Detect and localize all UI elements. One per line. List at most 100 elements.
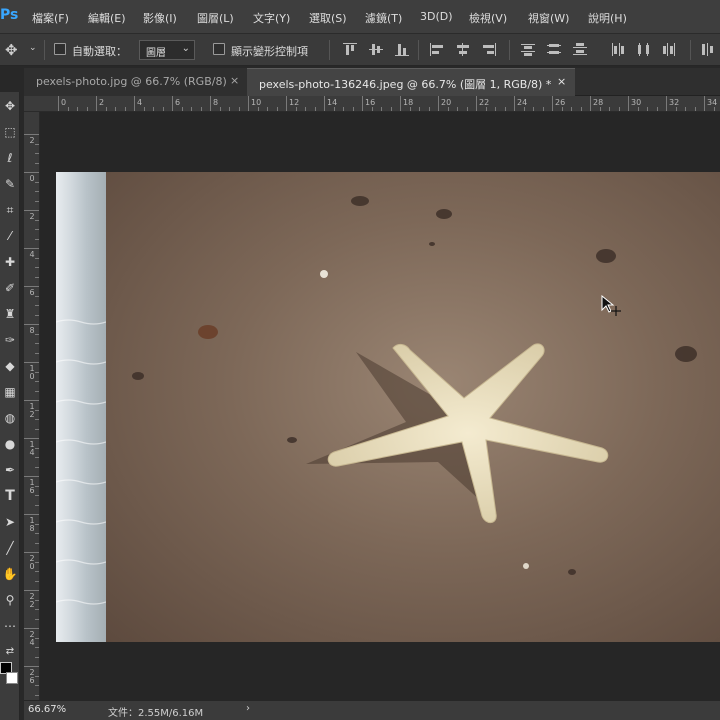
close-icon[interactable]: × (230, 74, 239, 87)
menu-file[interactable]: 檔案(F) (32, 10, 69, 26)
ruler-tick-label: 30 (631, 98, 642, 107)
ruler-tick (134, 96, 135, 111)
divider (690, 40, 691, 60)
marquee-tool-icon[interactable]: ⬚ (0, 122, 20, 142)
ruler-tick (324, 96, 325, 111)
photoshop-logo[interactable]: Ps (0, 7, 18, 23)
zoom-tool-icon[interactable]: ⚲ (0, 590, 20, 610)
tab-label: pexels-photo-136246.jpeg @ 66.7% (圖層 1, … (259, 78, 552, 91)
more-tools-icon[interactable]: ⋯ (0, 616, 20, 636)
dodge-tool-icon[interactable]: ● (0, 434, 20, 454)
ruler-tick-label: 2 (99, 98, 105, 107)
tab-pexels-photo[interactable]: pexels-photo.jpg @ 66.7% (RGB/8) × (24, 68, 247, 96)
ruler-tick-label: 1 8 (29, 516, 35, 533)
lasso-tool-icon[interactable]: ℓ (0, 148, 20, 168)
menu-window[interactable]: 視窗(W) (528, 10, 569, 26)
divider (418, 40, 419, 60)
blur-tool-icon[interactable]: ◍ (0, 408, 20, 428)
move-tool-preset-icon[interactable]: ✥ (5, 41, 18, 59)
ruler-tick (24, 362, 39, 363)
move-tool-icon[interactable]: ✥ (0, 96, 20, 116)
align-horizontal-center-icon[interactable] (456, 43, 470, 56)
ruler-tick (704, 96, 705, 111)
ruler-tick (24, 286, 39, 287)
distribute-right-icon[interactable] (663, 43, 677, 56)
ruler-tick (24, 324, 39, 325)
chevron-right-icon[interactable]: › (246, 703, 250, 714)
ruler-tick-label: 32 (669, 98, 680, 107)
menu-filter[interactable]: 濾鏡(T) (365, 10, 402, 26)
ruler-tick (362, 96, 363, 111)
eyedropper-tool-icon[interactable]: ⁄ (0, 226, 20, 246)
chevron-down-icon[interactable]: ⌄ (29, 43, 37, 53)
ruler-tick (24, 172, 39, 173)
type-tool-icon[interactable]: T (0, 486, 20, 506)
ruler-tick (24, 476, 39, 477)
starfish-photo (132, 196, 697, 575)
ruler-tick-label: 2 2 (29, 592, 35, 609)
menu-layer[interactable]: 圖層(L) (197, 10, 234, 26)
distribute-vertical-center-icon[interactable] (547, 43, 561, 56)
ruler-tick-label: 1 6 (29, 478, 35, 495)
menu-3d[interactable]: 3D(D) (420, 10, 453, 23)
show-transform-checkbox[interactable] (213, 43, 225, 55)
ruler-tick-label: 24 (517, 98, 528, 107)
tab-pexels-photo-136246[interactable]: pexels-photo-136246.jpeg @ 66.7% (圖層 1, … (247, 68, 575, 96)
tools-panel: ✥ ⬚ ℓ ✎ ⌗ ⁄ ✚ ✐ ♜ ✑ ◆ ▦ ◍ ● ✒ T ➤ ╱ ✋ ⚲ … (0, 92, 20, 720)
align-left-icon[interactable] (430, 43, 444, 56)
distribute-top-icon[interactable] (521, 43, 535, 56)
brush-tool-icon[interactable]: ✐ (0, 278, 20, 298)
ruler-tick-label: 1 0 (29, 364, 35, 381)
align-vertical-center-icon[interactable] (369, 43, 383, 56)
crop-tool-icon[interactable]: ⌗ (0, 200, 20, 220)
ruler-tick-label: 1 4 (29, 440, 35, 457)
swap-colors-icon[interactable]: ⇄ (0, 642, 20, 662)
horizontal-ruler[interactable]: 0 2 4 6 8 10 12 14 16 18 20 22 24 26 28 30 32 34 (24, 96, 720, 112)
sand-photo-layer[interactable] (106, 172, 720, 642)
ruler-tick-label: 22 (479, 98, 490, 107)
eraser-tool-icon[interactable]: ◆ (0, 356, 20, 376)
ruler-tick (24, 210, 39, 211)
path-select-tool-icon[interactable]: ➤ (0, 512, 20, 532)
align-top-icon[interactable] (343, 43, 357, 56)
ruler-tick-label: 2 0 (29, 554, 35, 571)
menu-type[interactable]: 文字(Y) (253, 10, 290, 26)
hand-tool-icon[interactable]: ✋ (0, 564, 20, 584)
distribute-horizontal-center-icon[interactable] (637, 43, 651, 56)
water-photo-layer[interactable] (56, 172, 106, 642)
history-brush-tool-icon[interactable]: ✑ (0, 330, 20, 350)
auto-align-layers-icon[interactable] (702, 43, 716, 56)
close-icon[interactable]: × (557, 75, 566, 88)
ruler-tick (438, 96, 439, 111)
clone-stamp-tool-icon[interactable]: ♜ (0, 304, 20, 324)
pen-tool-icon[interactable]: ✒ (0, 460, 20, 480)
menu-help[interactable]: 說明(H) (588, 10, 627, 26)
ruler-tick-label: 4 (137, 98, 143, 107)
chevron-down-icon: ⌄ (181, 43, 190, 54)
distribute-left-icon[interactable] (611, 43, 625, 56)
gradient-tool-icon[interactable]: ▦ (0, 382, 20, 402)
mouse-cursor (601, 295, 621, 316)
distribute-bottom-icon[interactable] (573, 43, 587, 56)
ruler-tick (24, 590, 39, 591)
ruler-tick (666, 96, 667, 111)
auto-select-target-dropdown[interactable]: 圖層 ⌄ (139, 40, 195, 60)
align-right-icon[interactable] (482, 43, 496, 56)
menu-edit[interactable]: 編輯(E) (88, 10, 126, 26)
menu-view[interactable]: 檢視(V) (469, 10, 507, 26)
status-bar: 66.67% 文件：2.55M/6.16M › (24, 700, 720, 720)
background-color-swatch[interactable] (6, 672, 18, 684)
divider (329, 40, 330, 60)
vertical-ruler[interactable]: 2024681 01 21 41 61 82 02 22 42 6 (24, 112, 40, 700)
quick-select-tool-icon[interactable]: ✎ (0, 174, 20, 194)
auto-select-checkbox[interactable] (54, 43, 66, 55)
healing-brush-tool-icon[interactable]: ✚ (0, 252, 20, 272)
menu-select[interactable]: 選取(S) (309, 10, 347, 26)
ruler-tick (286, 96, 287, 111)
ruler-tick-label: 12 (289, 98, 300, 107)
align-bottom-icon[interactable] (395, 43, 409, 56)
zoom-level[interactable]: 66.67% (28, 704, 66, 715)
document-tab-bar: pexels-photo.jpg @ 66.7% (RGB/8) × pexel… (24, 68, 720, 96)
menu-image[interactable]: 影像(I) (143, 10, 177, 26)
line-tool-icon[interactable]: ╱ (0, 538, 20, 558)
